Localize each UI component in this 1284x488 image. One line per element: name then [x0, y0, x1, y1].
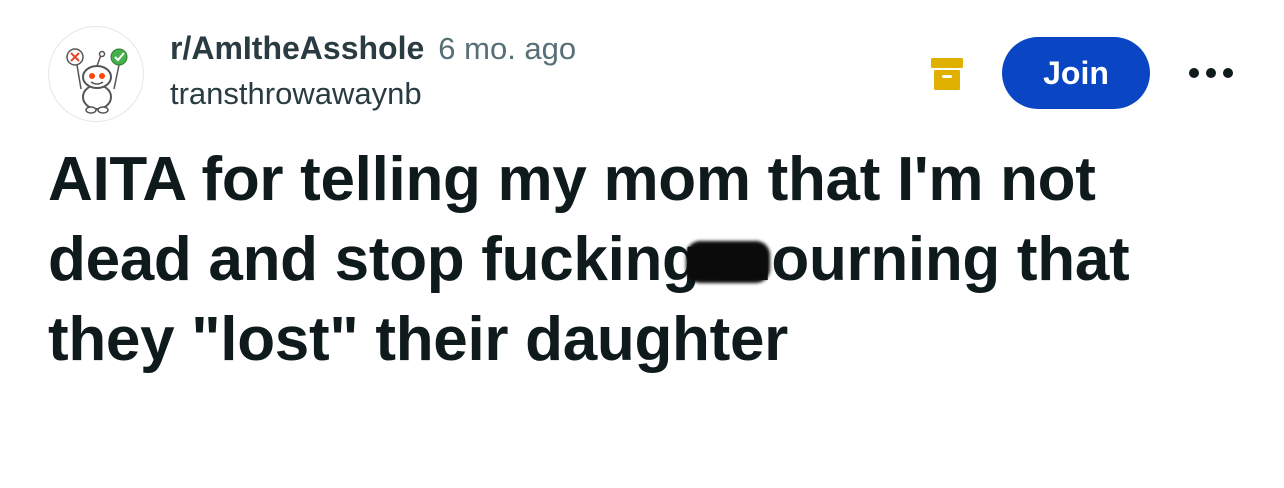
- redaction-mark: [686, 241, 770, 283]
- subreddit-avatar-icon[interactable]: [48, 26, 144, 122]
- archive-icon: [928, 55, 966, 93]
- author-link[interactable]: transthrowawaynb: [170, 76, 890, 112]
- join-button[interactable]: Join: [1002, 37, 1150, 109]
- post-title[interactable]: AITA for telling my mom that I'm not dea…: [48, 140, 1248, 380]
- post-meta-line: r/AmItheAsshole 6 mo. ago: [170, 30, 890, 74]
- post-meta: r/AmItheAsshole 6 mo. ago transthrowaway…: [170, 30, 890, 112]
- more-options-icon[interactable]: [1186, 60, 1236, 86]
- post-timestamp: 6 mo. ago: [438, 31, 577, 66]
- subreddit-link[interactable]: r/AmItheAsshole: [170, 30, 424, 67]
